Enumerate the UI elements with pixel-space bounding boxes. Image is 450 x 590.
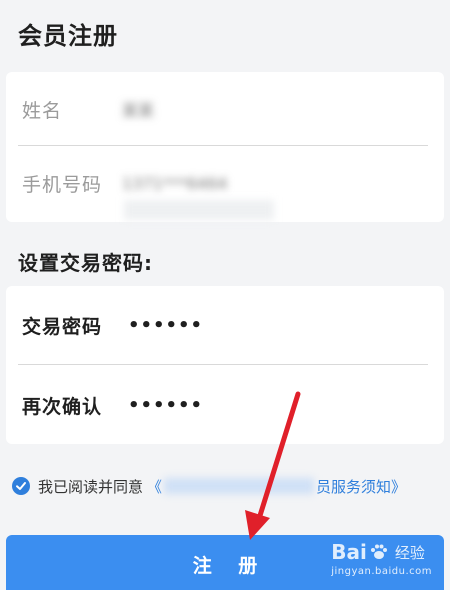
watermark-brand-tail: 经验 — [394, 543, 425, 562]
divider — [18, 364, 428, 365]
password-section-title: 设置交易密码: — [18, 251, 153, 275]
page-title: 会员注册 — [18, 22, 118, 50]
watermark-brand: Bai — [331, 540, 367, 564]
register-button-label: 注 册 — [192, 554, 268, 577]
trade-password-row[interactable]: 交易密码 •••••• — [6, 286, 444, 364]
agreement-text: 我已阅读并同意 — [38, 477, 144, 496]
member-info-card: 姓名 某某 手机号码 1371***6464 — [6, 72, 444, 222]
member-terms-link[interactable]: 员服务须知》 — [316, 476, 406, 497]
name-label: 姓名 — [22, 99, 63, 122]
phone-label: 手机号码 — [22, 173, 103, 196]
phone-input[interactable]: 1371***6464 — [122, 174, 227, 193]
agreement-link-redacted[interactable] — [164, 478, 315, 494]
register-page: 会员注册 姓名 某某 手机号码 1371***6464 设置交易密码: 交易密码… — [0, 0, 450, 590]
trade-password-label: 交易密码 — [22, 315, 103, 338]
checkmark-icon — [16, 482, 26, 490]
name-row[interactable]: 姓名 某某 — [6, 72, 444, 146]
agreement-link-open[interactable]: 《 — [147, 476, 162, 497]
phone-row[interactable]: 手机号码 1371***6464 — [6, 146, 444, 220]
confirm-password-row[interactable]: 再次确认 •••••• — [6, 366, 444, 444]
agreement-checkbox[interactable] — [12, 477, 30, 495]
trade-password-input[interactable]: •••••• — [128, 315, 203, 336]
name-input[interactable]: 某某 — [122, 97, 154, 121]
confirm-password-label: 再次确认 — [22, 395, 103, 418]
password-card: 交易密码 •••••• 再次确认 •••••• — [6, 286, 444, 444]
watermark-url: jingyan.baidu.com — [331, 566, 432, 577]
confirm-password-input[interactable]: •••••• — [128, 395, 203, 416]
agreement-row: 我已阅读并同意 《 员服务须知》 — [12, 474, 406, 498]
paw-icon — [370, 544, 387, 559]
watermark: Bai 经验 jingyan.baidu.com — [331, 540, 432, 577]
